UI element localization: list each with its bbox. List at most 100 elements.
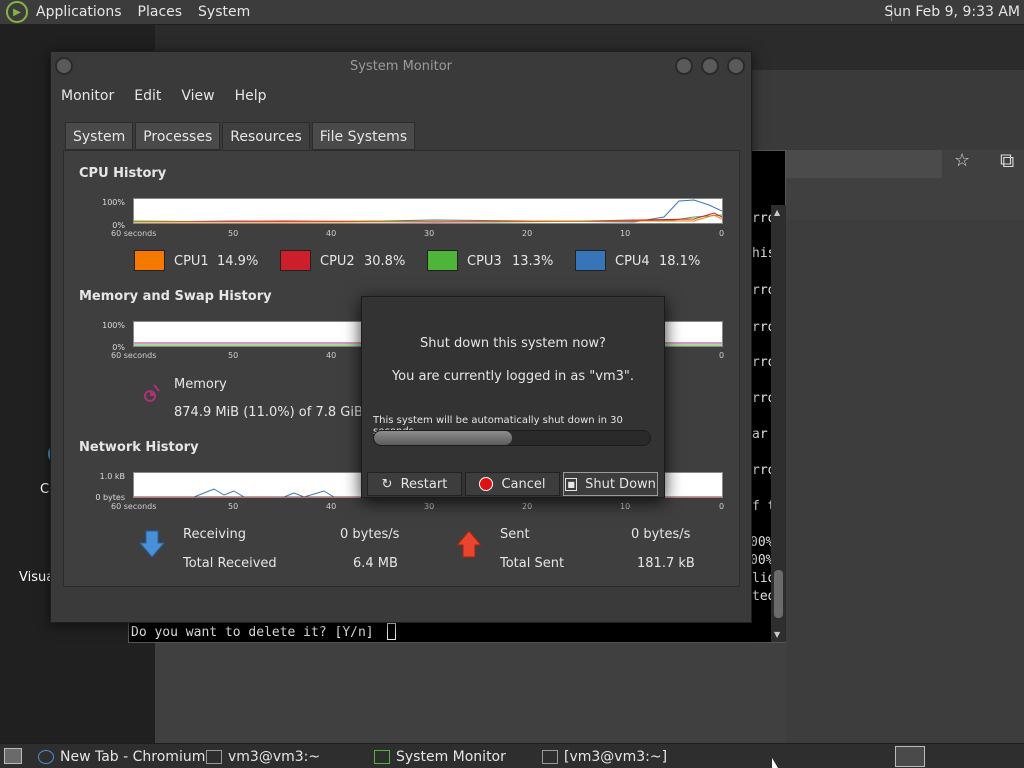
window-title: System Monitor (349, 59, 453, 74)
cpu-graph (133, 198, 723, 224)
desktop-icon-label[interactable]: Visua (19, 570, 54, 585)
restart-button[interactable]: ↻ Restart (367, 472, 462, 496)
memory-value: 874.9 MiB (11.0%) of 7.8 GiB (174, 405, 363, 420)
sent-label: Sent (500, 527, 530, 542)
tick-label: 10 (620, 502, 631, 511)
cpu3-color-swatch[interactable] (427, 250, 458, 271)
cpu-y-top: 100% (102, 198, 125, 207)
cpu4-label: CPU4 (615, 254, 650, 269)
tick-label: 40 (326, 229, 337, 238)
tick-label: 0 (719, 351, 725, 360)
memory-y-top: 100% (102, 321, 125, 330)
scroll-down-icon[interactable]: ▼ (774, 630, 780, 639)
menu-applications[interactable]: Applications (28, 4, 130, 20)
bottom-panel: New Tab - Chromium vm3@vm3:~ System Moni… (0, 743, 1024, 768)
cpu-time-axis: 60 seconds 50 40 30 20 10 0 (99, 229, 729, 239)
cpu1-label: CPU1 (174, 254, 209, 269)
shut-down-label: Shut Down (585, 476, 656, 492)
tick-label: 60 seconds (111, 502, 157, 511)
menu-help[interactable]: Help (225, 84, 277, 110)
tick-label: 50 (228, 229, 239, 238)
task-chromium[interactable]: New Tab - Chromium (38, 746, 205, 767)
receiving-label: Receiving (183, 527, 247, 542)
terminal-scroll-thumb[interactable] (774, 570, 783, 618)
browser-content (786, 220, 1024, 743)
minimize-icon[interactable] (675, 57, 693, 75)
dialog-question: Shut down this system now? (420, 336, 606, 351)
clock[interactable]: Sun Feb 9, 9:33 AM (884, 0, 1020, 25)
countdown-progress-fill (374, 431, 512, 445)
system-monitor-icon (374, 749, 390, 764)
tab-resources[interactable]: Resources (222, 122, 310, 150)
desktop-icon-label[interactable]: C (40, 482, 49, 497)
cpu-graph-lines (133, 199, 723, 223)
top-menu: Applications Places System (28, 0, 258, 24)
bookmark-star-icon[interactable]: ☆ (954, 150, 970, 171)
terminal-text: 00% (750, 535, 774, 550)
menu-edit[interactable]: Edit (124, 84, 171, 110)
tick-label: 0 (719, 229, 725, 238)
network-y-top: 1.0 kB (99, 472, 125, 481)
countdown-progress (373, 430, 651, 446)
total-received-value: 6.4 MB (353, 556, 398, 571)
receiving-value: 0 bytes/s (340, 527, 400, 542)
mouse-cursor-icon (772, 758, 778, 768)
tick-label: 50 (228, 502, 239, 511)
cpu1-color-swatch[interactable] (134, 250, 165, 271)
window-menu-icon[interactable] (55, 57, 73, 75)
restart-label: Restart (400, 476, 448, 492)
menu-bar: Monitor Edit View Help (51, 84, 277, 110)
network-time-axis: 60 seconds 50 40 30 20 10 0 (99, 502, 729, 512)
restart-icon: ↻ (381, 476, 393, 492)
task-terminal-2[interactable]: [vm3@vm3:~] (542, 746, 667, 767)
menu-logo-icon[interactable]: ▶ (6, 1, 28, 23)
total-sent-label: Total Sent (500, 556, 565, 571)
shut-down-icon: ■ (565, 477, 578, 491)
menu-places[interactable]: Places (130, 4, 191, 20)
receiving-arrow-icon[interactable] (139, 530, 165, 558)
cancel-button[interactable]: Cancel (465, 472, 560, 496)
cpu2-color-swatch[interactable] (280, 250, 311, 271)
cpu4-color-swatch[interactable] (575, 250, 606, 271)
terminal-prompt: Do you want to delete it? [Y/n] (131, 625, 374, 640)
tab-processes[interactable]: Processes (135, 122, 221, 150)
cpu4-value: 18.1% (659, 254, 701, 269)
tick-label: 10 (620, 229, 631, 238)
menu-view[interactable]: View (171, 84, 224, 110)
cancel-label: Cancel (501, 476, 546, 492)
terminal-text: ar (752, 427, 768, 442)
total-sent-value: 181.7 kB (637, 556, 695, 571)
memory-label: Memory (174, 377, 227, 392)
tick-label: 50 (228, 351, 239, 360)
cpu3-label: CPU3 (467, 254, 502, 269)
tick-label: 60 seconds (111, 229, 157, 238)
cancel-icon (479, 477, 494, 491)
tab-file-systems[interactable]: File Systems (311, 122, 416, 150)
cpu2-value: 30.8% (364, 254, 406, 269)
extension-icon[interactable]: ⧉ (1000, 148, 1014, 172)
close-icon[interactable] (727, 57, 745, 75)
terminal-text: 00% (750, 553, 774, 568)
tick-label: 30 (424, 502, 435, 511)
task-system-monitor[interactable]: System Monitor (374, 746, 506, 767)
memory-pie-icon[interactable] (142, 382, 162, 404)
task-label: New Tab - Chromium (60, 748, 206, 765)
network-history-title: Network History (79, 440, 199, 455)
tick-label: 60 seconds (111, 351, 157, 360)
maximize-icon[interactable] (701, 57, 719, 75)
menu-monitor[interactable]: Monitor (51, 84, 124, 110)
workspace-switcher-icon[interactable] (895, 746, 925, 767)
show-desktop-icon[interactable] (4, 748, 22, 764)
shut-down-button[interactable]: ■ Shut Down (563, 472, 658, 496)
cpu2-label: CPU2 (320, 254, 355, 269)
task-label: [vm3@vm3:~] (564, 748, 668, 765)
scroll-up-icon[interactable]: ▲ (774, 208, 780, 217)
tick-label: 0 (719, 502, 725, 511)
sent-arrow-icon[interactable] (456, 530, 482, 558)
tab-system[interactable]: System (65, 122, 134, 150)
memory-history-title: Memory and Swap History (79, 289, 272, 304)
top-panel: ▶ Applications Places System Sun Feb 9, … (0, 0, 1024, 25)
cpu-history-title: CPU History (79, 166, 167, 181)
menu-system[interactable]: System (190, 4, 258, 20)
task-terminal[interactable]: vm3@vm3:~ (206, 746, 320, 767)
